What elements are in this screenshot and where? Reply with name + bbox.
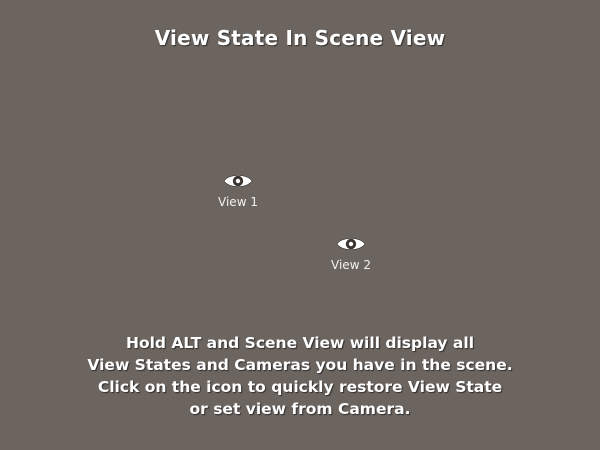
instructions-text: Hold ALT and Scene View will display all… [0, 332, 600, 420]
instruction-line: Click on the icon to quickly restore Vie… [97, 378, 503, 396]
eye-icon[interactable] [336, 235, 366, 253]
view-label: View 1 [218, 195, 258, 209]
view-label: View 2 [331, 258, 371, 272]
view-state-marker-1[interactable]: View 1 [208, 172, 268, 209]
instruction-line: Hold ALT and Scene View will display all [125, 334, 475, 352]
eye-icon[interactable] [223, 172, 253, 190]
instruction-line: or set view from Camera. [189, 400, 411, 418]
scene-title: View State In Scene View [154, 26, 446, 50]
instruction-line: View States and Cameras you have in the … [87, 356, 513, 374]
view-state-marker-2[interactable]: View 2 [321, 235, 381, 272]
